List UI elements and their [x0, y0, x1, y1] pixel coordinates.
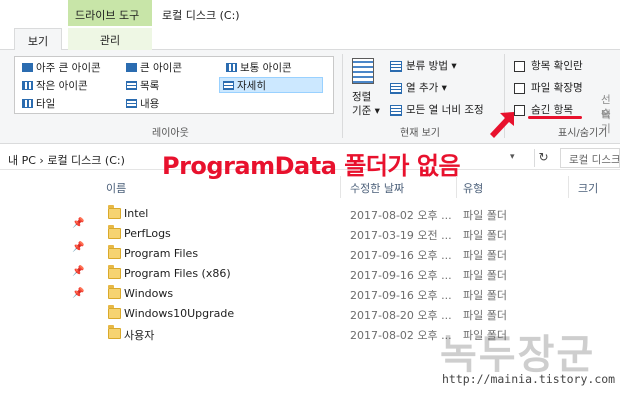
pin-icon[interactable]: 📌	[72, 218, 84, 230]
sort-by-icon[interactable]	[352, 58, 374, 84]
annotation-underline	[528, 116, 582, 119]
group-label-current-view: 현재 보기	[400, 128, 440, 139]
file-type: 파일 폴더	[463, 289, 507, 302]
list-icon	[126, 81, 137, 90]
ribbon-tabs: 보기 관리	[0, 26, 620, 50]
hidden-items-toggle[interactable]: 숨긴 항목	[514, 102, 573, 117]
folder-icon	[108, 305, 121, 319]
watermark-url: http://mainia.tistory.com	[442, 372, 616, 386]
file-name: Windows	[124, 287, 174, 300]
file-name: Program Files	[124, 247, 199, 260]
layout-medium-icons[interactable]: 보통 아이콘	[223, 60, 323, 76]
group-label-show-hide: 표시/숨기기	[558, 128, 608, 139]
small-icons-icon	[22, 81, 33, 90]
file-date: 2017-08-02 오후 ...	[350, 329, 452, 342]
folder-icon	[108, 285, 121, 299]
pin-icon[interactable]: 📌	[72, 288, 84, 300]
context-tab-drive-tools[interactable]: 드라이브 도구	[68, 0, 152, 26]
file-type: 파일 폴더	[463, 309, 507, 322]
file-type: 파일 폴더	[463, 269, 507, 282]
file-date: 2017-08-20 오후 ...	[350, 309, 452, 322]
file-name: Intel	[124, 207, 149, 220]
layout-large-icons[interactable]: 큰 아이콘	[123, 60, 219, 76]
file-name: Windows10Upgrade	[124, 307, 235, 320]
title-bar: 드라이브 도구 로컬 디스크 (C:)	[0, 0, 620, 26]
group-by-icon	[390, 60, 402, 72]
folder-icon	[108, 225, 121, 239]
table-row[interactable]: PerfLogs 2017-03-19 오전 ... 파일 폴더	[100, 224, 570, 244]
column-header-type[interactable]: 유형	[463, 180, 483, 196]
file-date: 2017-03-19 오전 ...	[350, 229, 452, 242]
table-row[interactable]: Intel 2017-08-02 오후 ... 파일 폴더	[100, 204, 570, 224]
column-header-size[interactable]: 크기	[578, 180, 598, 196]
layout-gallery: 아주 큰 아이콘 큰 아이콘 보통 아이콘 작은 아이콘 목록 자세히 타일 내…	[14, 56, 334, 114]
annotation-text: ProgramData 폴더가 없음	[162, 152, 461, 180]
annotation-arrow-icon	[490, 112, 514, 138]
file-type: 파일 폴더	[463, 229, 507, 242]
file-name: 사용자	[124, 329, 155, 342]
checkbox[interactable]	[514, 60, 525, 72]
window-title: 로컬 디스크 (C:)	[162, 9, 240, 22]
column-header-modified[interactable]: 수정한 날짜	[350, 180, 404, 196]
pin-icon[interactable]: 📌	[72, 242, 84, 254]
layout-list[interactable]: 목록	[123, 78, 219, 94]
folder-icon	[108, 245, 121, 259]
large-icons-icon	[126, 63, 137, 72]
chevron-down-icon[interactable]: ▾	[510, 152, 515, 162]
breadcrumb[interactable]: 내 PC › 로컬 디스크 (C:)	[8, 152, 125, 168]
layout-extra-large-icons[interactable]: 아주 큰 아이콘	[19, 60, 119, 76]
content-icon	[126, 99, 137, 108]
folder-icon	[108, 325, 121, 339]
tiles-icon	[22, 99, 33, 108]
file-date: 2017-08-02 오후 ...	[350, 209, 452, 222]
layout-content[interactable]: 내용	[123, 96, 219, 112]
file-name: Program Files (x86)	[124, 267, 231, 280]
file-date: 2017-09-16 오후 ...	[350, 289, 452, 302]
table-row[interactable]: Program Files (x86) 2017-09-16 오후 ... 파일…	[100, 264, 570, 284]
table-row[interactable]: Program Files 2017-09-16 오후 ... 파일 폴더	[100, 244, 570, 264]
details-icon	[223, 81, 234, 90]
group-label-layout: 레이아웃	[152, 128, 189, 139]
ribbon-separator	[342, 54, 343, 138]
column-divider[interactable]	[568, 176, 569, 198]
size-columns-icon	[390, 104, 402, 116]
search-input[interactable]: 로컬 디스크	[560, 148, 620, 168]
file-name: PerfLogs	[124, 227, 171, 240]
file-date: 2017-09-16 오후 ...	[350, 249, 452, 262]
add-columns-button[interactable]: 열 추가 ▾	[390, 80, 447, 95]
file-type: 파일 폴더	[463, 209, 507, 222]
add-columns-icon	[390, 82, 402, 94]
group-by-button[interactable]: 분류 방법 ▾	[390, 58, 457, 73]
size-all-columns-button[interactable]: 모든 열 너비 조정	[390, 102, 484, 117]
tab-view[interactable]: 보기	[14, 28, 62, 50]
tab-manage[interactable]: 관리	[68, 28, 152, 50]
file-type: 파일 폴더	[463, 249, 507, 262]
pin-icon[interactable]: 📌	[72, 266, 84, 278]
file-date: 2017-09-16 오후 ...	[350, 269, 452, 282]
refresh-icon[interactable]: ↻	[534, 149, 552, 167]
column-header-name[interactable]: 이름	[106, 180, 126, 196]
medium-icons-icon	[226, 63, 237, 72]
sort-by-button[interactable]: 정렬 기준 ▾	[352, 90, 380, 118]
column-divider[interactable]	[456, 176, 457, 198]
column-divider[interactable]	[340, 176, 341, 198]
table-row[interactable]: Windows 2017-09-16 오후 ... 파일 폴더	[100, 284, 570, 304]
file-extensions-toggle[interactable]: 파일 확장명	[514, 80, 583, 95]
layout-details[interactable]: 자세히	[219, 77, 323, 93]
extra-large-icons-icon	[22, 63, 33, 72]
table-row[interactable]: Windows10Upgrade 2017-08-20 오후 ... 파일 폴더	[100, 304, 570, 324]
layout-small-icons[interactable]: 작은 아이콘	[19, 78, 119, 94]
folder-icon	[108, 265, 121, 279]
folder-icon	[108, 205, 121, 219]
item-checkboxes-toggle[interactable]: 항목 확인란	[514, 58, 583, 73]
layout-tiles[interactable]: 타일	[19, 96, 119, 112]
ribbon: 아주 큰 아이콘 큰 아이콘 보통 아이콘 작은 아이콘 목록 자세히 타일 내…	[0, 50, 620, 144]
checkbox[interactable]	[514, 82, 525, 94]
